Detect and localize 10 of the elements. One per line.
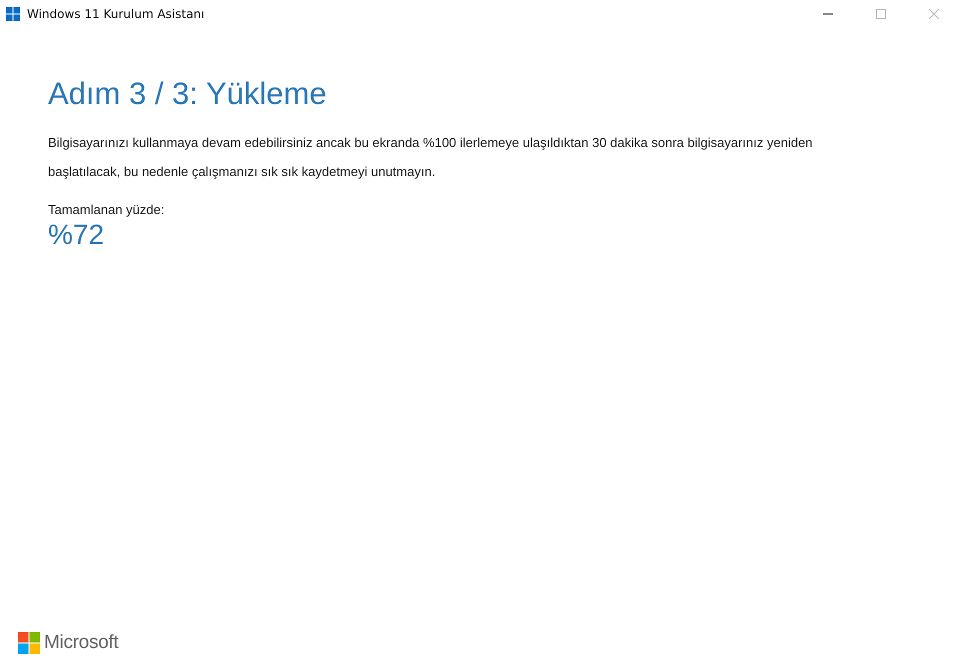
windows-logo-icon (6, 7, 20, 21)
brand-name: Microsoft (44, 632, 118, 654)
progress-percentage: %72 (48, 219, 106, 251)
four-squares-logo-icon (18, 632, 40, 654)
description-text: Bilgisayarınızı kullanmaya devam edebilirsiniz ancak bu ekranda %100 ilerlemeye ulaşıldıktan 30 dakika sonra bilgisayarınız yeniden başlatılacak, bu nedenle çalışmanızı sık sık kaydetmeyi unutmayın. (48, 134, 814, 181)
window-title: Windows 11 Kurulum Asistanı (27, 7, 206, 21)
close-icon (929, 9, 939, 19)
step-heading: Adım 3 / 3: Yükleme (48, 76, 328, 112)
progress-label: Tamamlanan yüzde: (48, 202, 166, 217)
maximize-icon (876, 9, 886, 19)
